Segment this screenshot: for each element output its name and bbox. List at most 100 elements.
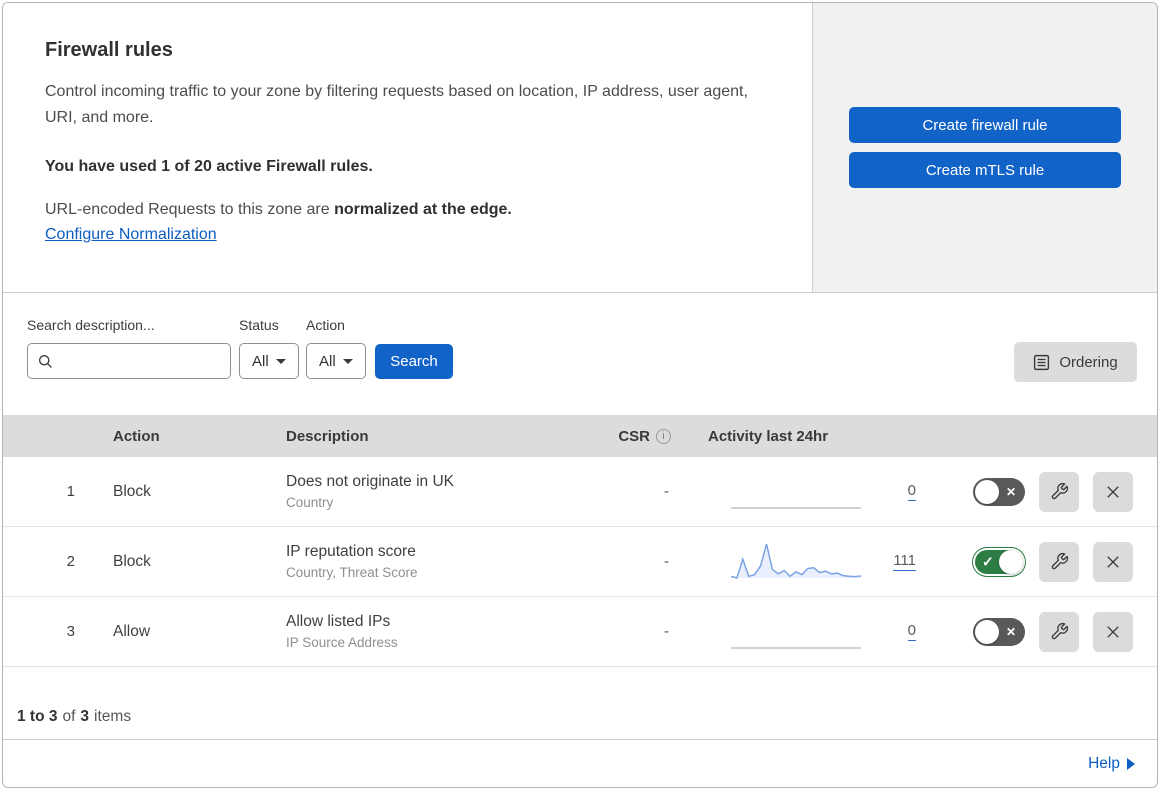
toggle-knob — [975, 479, 999, 504]
cross-icon: ✕ — [1005, 624, 1016, 639]
status-value: All — [252, 352, 269, 370]
rule-controls: ✓ ✕ — [928, 471, 1157, 512]
items-range: 1 to 3 — [17, 708, 58, 725]
rule-controls: ✓ ✕ — [928, 611, 1157, 652]
search-button[interactable]: Search — [375, 344, 453, 379]
normalization-bold: normalized at the edge. — [334, 201, 512, 218]
create-mtls-rule-button[interactable]: Create mTLS rule — [849, 152, 1121, 188]
usage-note: You have used 1 of 20 active Firewall ru… — [45, 158, 373, 175]
create-firewall-rule-button[interactable]: Create firewall rule — [849, 107, 1121, 143]
table-row: 2 Block IP reputation score Country, Thr… — [3, 527, 1157, 597]
rule-action: Block — [113, 482, 151, 500]
table-row: 3 Allow Allow listed IPs IP Source Addre… — [3, 597, 1157, 667]
rule-criteria: IP Source Address — [286, 635, 398, 650]
ordering-button[interactable]: Ordering — [1014, 342, 1137, 382]
edit-rule-button[interactable] — [1039, 471, 1079, 512]
rule-description-cell: IP reputation score Country, Threat Scor… — [276, 543, 596, 580]
rule-action: Allow — [113, 622, 151, 640]
enable-toggle[interactable]: ✓ ✕ — [973, 547, 1025, 576]
enable-toggle[interactable]: ✓ ✕ — [973, 477, 1025, 506]
enable-toggle[interactable]: ✓ ✕ — [973, 617, 1025, 646]
edit-rule-button[interactable] — [1039, 611, 1079, 652]
rule-criteria: Country, Threat Score — [286, 565, 418, 580]
firewall-rules-panel: Firewall rules Control incoming traffic … — [2, 2, 1158, 788]
check-icon: ✓ — [982, 553, 994, 569]
table-header: Action Description CSR i Activity last 2… — [3, 415, 1157, 457]
rule-csr: - — [664, 623, 669, 640]
cross-icon: ✕ — [1005, 484, 1016, 499]
status-filter-group: Status All — [239, 317, 299, 379]
rule-description: Does not originate in UK — [286, 473, 455, 490]
rule-description-cell: Allow listed IPs IP Source Address — [276, 613, 596, 650]
rule-criteria: Country — [286, 495, 334, 510]
of-label: of — [62, 708, 76, 725]
toggle-knob — [999, 549, 1023, 574]
rule-activity-cell: 0 — [696, 457, 928, 526]
search-group: Search description... — [27, 317, 231, 379]
activity-sparkline — [731, 470, 861, 514]
column-action: Action — [113, 427, 160, 445]
normalization-text: URL-encoded Requests to this zone are — [45, 201, 330, 218]
items-label: items — [94, 708, 132, 725]
search-icon — [38, 354, 52, 368]
help-link[interactable]: Help — [1088, 755, 1135, 773]
delete-rule-button[interactable] — [1093, 471, 1133, 512]
page-description: Control incoming traffic to your zone by… — [45, 83, 748, 126]
status-label: Status — [239, 317, 279, 333]
activity-count-link[interactable]: 0 — [907, 482, 916, 501]
wrench-icon — [1051, 622, 1068, 640]
configure-normalization-link[interactable]: Configure Normalization — [45, 226, 217, 243]
close-icon — [1107, 485, 1119, 498]
close-icon — [1107, 625, 1119, 638]
csr-header-label: CSR — [618, 427, 650, 445]
help-label: Help — [1088, 754, 1120, 772]
activity-sparkline — [731, 610, 861, 654]
cta-panel: Create firewall rule Create mTLS rule — [812, 3, 1157, 292]
rule-priority: 2 — [66, 553, 75, 570]
rule-controls: ✓ ✕ — [928, 541, 1157, 582]
normalization-note: URL-encoded Requests to this zone are no… — [45, 201, 768, 219]
wrench-icon — [1051, 482, 1068, 500]
action-value: All — [319, 352, 336, 370]
intro-text-block: Firewall rules Control incoming traffic … — [3, 3, 812, 292]
ordering-button-label: Ordering — [1059, 353, 1118, 371]
column-description: Description — [286, 427, 369, 445]
toggle-knob — [975, 619, 999, 644]
rule-activity-cell: 111 — [696, 527, 928, 596]
rule-description: IP reputation score — [286, 543, 416, 560]
table-row: 1 Block Does not originate in UK Country… — [3, 457, 1157, 527]
delete-rule-button[interactable] — [1093, 611, 1133, 652]
activity-count-link[interactable]: 0 — [907, 622, 916, 641]
search-input[interactable] — [61, 351, 221, 371]
status-dropdown[interactable]: All — [239, 343, 299, 379]
column-activity: Activity last 24hr — [708, 427, 829, 445]
rule-priority: 3 — [66, 623, 75, 640]
activity-sparkline — [730, 540, 862, 584]
rule-action: Block — [113, 552, 151, 570]
rule-activity-cell: 0 — [696, 597, 928, 666]
info-icon[interactable]: i — [656, 428, 671, 444]
items-total: 3 — [80, 708, 90, 725]
page-title: Firewall rules — [45, 39, 173, 61]
help-bar: Help — [3, 740, 1157, 787]
search-input-box[interactable] — [27, 343, 231, 379]
chevron-down-icon — [275, 358, 286, 364]
rule-csr: - — [664, 553, 669, 570]
wrench-icon — [1051, 552, 1068, 570]
arrow-right-icon — [1127, 757, 1135, 770]
chevron-down-icon — [342, 358, 353, 364]
rule-priority: 1 — [66, 483, 75, 500]
column-csr: CSR i — [596, 428, 696, 445]
action-filter-group: Action All — [306, 317, 366, 379]
rule-description: Allow listed IPs — [286, 613, 391, 630]
activity-count-link[interactable]: 111 — [893, 552, 916, 571]
action-label: Action — [306, 317, 345, 333]
rule-csr: - — [664, 483, 669, 500]
rule-description-cell: Does not originate in UK Country — [276, 473, 596, 510]
pagination-summary: 1 to 3 of 3 items — [3, 667, 1157, 740]
action-dropdown[interactable]: All — [306, 343, 366, 379]
list-icon — [1034, 354, 1050, 370]
filter-bar: Search description... Status All Action … — [3, 293, 1157, 415]
delete-rule-button[interactable] — [1093, 541, 1133, 582]
edit-rule-button[interactable] — [1039, 541, 1079, 582]
